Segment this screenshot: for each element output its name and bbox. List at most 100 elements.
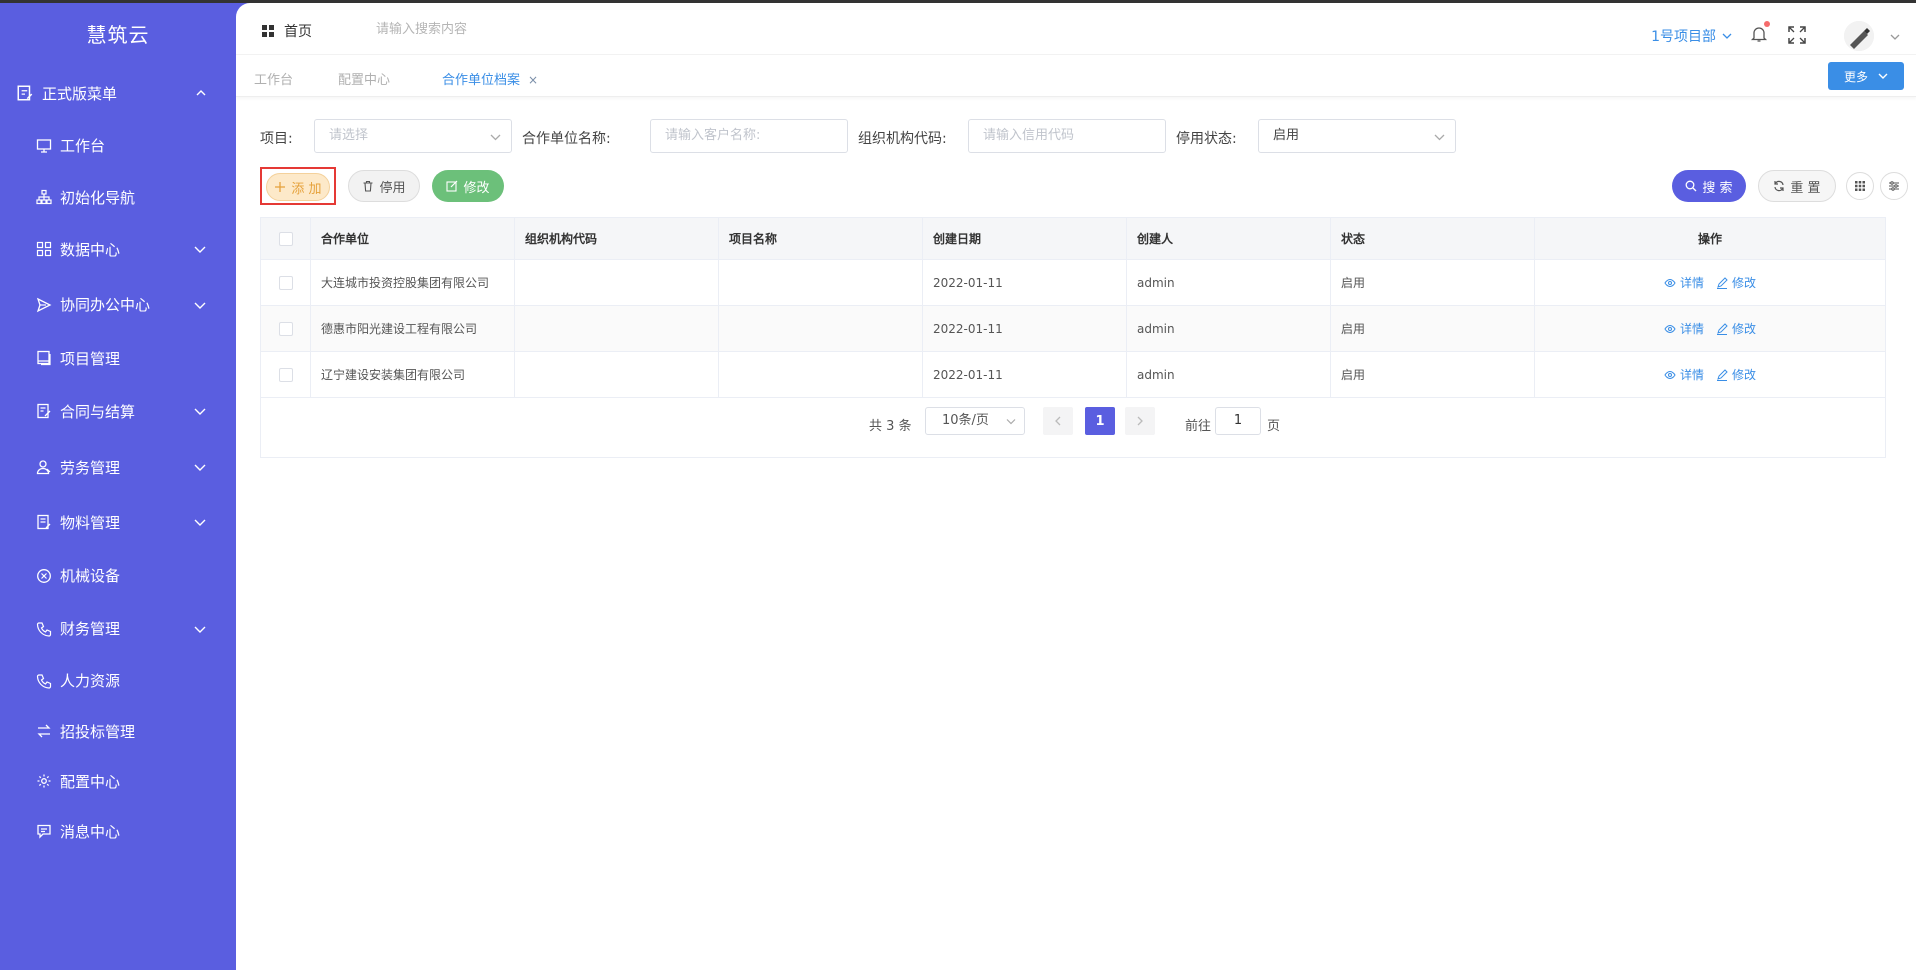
creator-cell: admin bbox=[1127, 260, 1331, 305]
partner-name-input[interactable]: 请输入客户名称: bbox=[650, 119, 848, 153]
org-code-placeholder: 请输入信用代码 bbox=[983, 128, 1075, 143]
sidebar-menu-list: 工作台 初始化导航 数据中心 协同办公中心 项目管理 合同与结算 劳务管理 物料… bbox=[0, 119, 236, 856]
org-code-label: 组织机构代码: bbox=[858, 131, 947, 147]
column-header[interactable]: 状态 bbox=[1331, 218, 1535, 259]
chevron-down-icon bbox=[194, 246, 206, 253]
filter-settings-button[interactable] bbox=[1880, 172, 1908, 200]
action-toolbar: 添 加 停用 修改 搜 索 重 置 bbox=[260, 166, 1908, 206]
sidebar-item-finance[interactable]: 财务管理 bbox=[0, 602, 236, 655]
brand-logo-text: 慧筑云 bbox=[86, 23, 150, 47]
tab-partner-archive[interactable]: 合作单位档案 × bbox=[442, 69, 538, 88]
project-selector[interactable]: 1号项目部 bbox=[1651, 26, 1732, 46]
disable-button[interactable]: 停用 bbox=[348, 170, 420, 202]
chevron-down-icon bbox=[194, 519, 206, 526]
current-page-button[interactable]: 1 bbox=[1085, 407, 1115, 435]
notification-dot bbox=[1764, 21, 1770, 27]
sidebar-item-label: 合同与结算 bbox=[60, 402, 136, 421]
column-header[interactable]: 创建日期 bbox=[923, 218, 1127, 259]
sliders-icon bbox=[1889, 181, 1899, 191]
prev-page-button[interactable] bbox=[1043, 407, 1073, 435]
material-icon bbox=[37, 514, 51, 530]
row-checkbox[interactable] bbox=[278, 275, 293, 290]
date-cell: 2022-01-11 bbox=[923, 352, 1127, 397]
phone-icon bbox=[36, 673, 52, 689]
sidebar-item-label: 财务管理 bbox=[60, 620, 121, 638]
date-cell: 2022-01-11 bbox=[923, 260, 1127, 305]
more-button[interactable]: 更多 bbox=[1828, 62, 1904, 90]
worker-icon bbox=[36, 460, 51, 475]
header-search-input[interactable] bbox=[376, 17, 576, 41]
column-grid-button[interactable] bbox=[1846, 172, 1874, 200]
row-checkbox[interactable] bbox=[278, 321, 293, 336]
menu-group-header[interactable]: 正式版菜单 bbox=[0, 67, 236, 119]
detail-link[interactable]: 详情 bbox=[1664, 274, 1704, 291]
edit-link[interactable]: 修改 bbox=[1716, 366, 1756, 383]
sitemap-icon bbox=[36, 189, 52, 205]
sidebar-item-label: 协同办公中心 bbox=[60, 296, 151, 314]
edit-link[interactable]: 修改 bbox=[1716, 274, 1756, 291]
page-size-select[interactable]: 10条/页 bbox=[925, 407, 1025, 435]
detail-link[interactable]: 详情 bbox=[1664, 320, 1704, 337]
sidebar-item-hr[interactable]: 人力资源 bbox=[0, 655, 236, 706]
next-page-button[interactable] bbox=[1125, 407, 1155, 435]
chevron-down-icon bbox=[194, 626, 206, 633]
gear-icon bbox=[37, 774, 51, 788]
sidebar-item-contract[interactable]: 合同与结算 bbox=[0, 383, 236, 439]
sidebar-item-workbench[interactable]: 工作台 bbox=[0, 119, 236, 172]
contract-icon bbox=[37, 403, 51, 419]
close-icon[interactable]: × bbox=[528, 73, 538, 87]
sidebar-item-labor[interactable]: 劳务管理 bbox=[0, 439, 236, 495]
column-header[interactable]: 项目名称 bbox=[719, 218, 923, 259]
table-row[interactable]: 辽宁建设安装集团有限公司 2022-01-11 admin 启用 详情 修改 bbox=[261, 352, 1885, 398]
org-code-cell bbox=[515, 352, 719, 397]
refresh-icon bbox=[1774, 180, 1785, 192]
column-header[interactable]: 合作单位 bbox=[311, 218, 515, 259]
sidebar-item-data-center[interactable]: 数据中心 bbox=[0, 222, 236, 276]
sidebar-item-config-center[interactable]: 配置中心 bbox=[0, 756, 236, 806]
tab-config-center[interactable]: 配置中心 bbox=[338, 69, 390, 88]
sidebar-item-label: 配置中心 bbox=[60, 772, 121, 791]
table-row[interactable]: 大连城市投资控股集团有限公司 2022-01-11 admin 启用 详情 修改 bbox=[261, 260, 1885, 306]
sidebar-item-bidding[interactable]: 招投标管理 bbox=[0, 706, 236, 756]
sidebar-item-material[interactable]: 物料管理 bbox=[0, 495, 236, 549]
reset-button[interactable]: 重 置 bbox=[1758, 170, 1836, 202]
edit-link[interactable]: 修改 bbox=[1716, 320, 1756, 337]
column-header[interactable]: 创建人 bbox=[1127, 218, 1331, 259]
chevron-left-icon bbox=[1055, 416, 1061, 426]
org-code-cell bbox=[515, 306, 719, 351]
sidebar-item-project-mgmt[interactable]: 项目管理 bbox=[0, 333, 236, 383]
chevron-down-icon[interactable] bbox=[1890, 33, 1900, 41]
bell-icon[interactable] bbox=[1750, 25, 1768, 43]
status-select[interactable]: 启用 bbox=[1258, 119, 1456, 153]
sidebar-item-init-nav[interactable]: 初始化导航 bbox=[0, 172, 236, 222]
tab-workbench[interactable]: 工作台 bbox=[254, 69, 293, 88]
goto-label: 前往 bbox=[1185, 419, 1212, 434]
add-button[interactable]: 添 加 bbox=[266, 173, 330, 201]
sidebar-item-machinery[interactable]: 机械设备 bbox=[0, 549, 236, 602]
sidebar-item-collab-office[interactable]: 协同办公中心 bbox=[0, 276, 236, 333]
org-code-input[interactable]: 请输入信用代码 bbox=[968, 119, 1166, 153]
grid-icon bbox=[36, 241, 52, 257]
row-checkbox[interactable] bbox=[278, 367, 293, 382]
column-header[interactable]: 组织机构代码 bbox=[515, 218, 719, 259]
home-link[interactable]: 首页 bbox=[262, 21, 312, 41]
search-button[interactable]: 搜 索 bbox=[1672, 170, 1746, 202]
row-select-cell bbox=[261, 306, 311, 351]
project-select[interactable]: 请选择 bbox=[314, 119, 512, 153]
select-all-cell bbox=[261, 218, 311, 259]
fullscreen-icon[interactable] bbox=[1788, 26, 1806, 44]
goto-page-input[interactable]: 1 bbox=[1215, 407, 1261, 435]
detail-link[interactable]: 详情 bbox=[1664, 366, 1704, 383]
column-header: 操作 bbox=[1697, 232, 1722, 246]
chevron-up-icon bbox=[196, 90, 206, 96]
status-cell: 启用 bbox=[1331, 352, 1535, 397]
actions-cell: 详情 修改 bbox=[1535, 306, 1885, 351]
sidebar-item-label: 项目管理 bbox=[60, 349, 121, 368]
avatar[interactable] bbox=[1844, 21, 1874, 51]
edit-button[interactable]: 修改 bbox=[432, 170, 504, 202]
sidebar-item-message-center[interactable]: 消息中心 bbox=[0, 806, 236, 856]
table-row[interactable]: 德惠市阳光建设工程有限公司 2022-01-11 admin 启用 详情 修改 bbox=[261, 306, 1885, 352]
disable-label: 停用 bbox=[379, 180, 406, 196]
tab-label: 工作台 bbox=[254, 73, 294, 88]
select-all-checkbox[interactable] bbox=[278, 231, 293, 246]
